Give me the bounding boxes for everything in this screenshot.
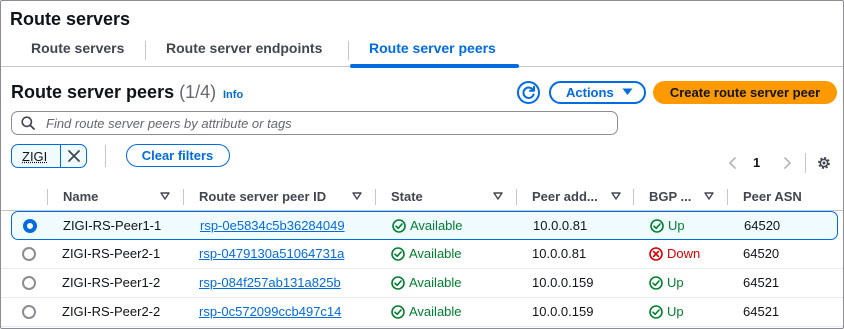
peer-id-link[interactable]: rsp-0c572099ccb497c14 [199, 304, 341, 319]
x-circle-icon [649, 247, 663, 261]
caret-down-icon [622, 88, 633, 95]
peer-asn: 64521 [743, 275, 780, 290]
peer-id-link[interactable]: rsp-084f257ab131a825b [199, 275, 341, 290]
check-circle-icon [649, 276, 663, 290]
peer-id-link[interactable]: rsp-0e5834c5b36284049 [200, 218, 345, 233]
peer-id-link[interactable]: rsp-0479130a51064731a [199, 246, 344, 261]
actions-label: Actions [566, 85, 614, 100]
tab-bar: Route servers Route server endpoints Rou… [1, 37, 843, 68]
active-tab-indicator [350, 64, 519, 68]
peer-asn: 64520 [743, 246, 780, 261]
bgp-text: Up [667, 275, 684, 290]
tab-divider [348, 41, 349, 60]
table-row[interactable]: ZIGI-RS-Peer1-1 rsp-0e5834c5b36284049 Av… [11, 211, 838, 240]
state-text: Available [409, 246, 462, 261]
refresh-icon [522, 85, 535, 99]
page-title: Route servers [10, 9, 131, 29]
row-select-radio[interactable] [22, 305, 36, 319]
actions-dropdown-button[interactable]: Actions [549, 81, 646, 104]
previous-page-icon[interactable] [727, 156, 739, 170]
current-page-number[interactable]: 1 [753, 155, 760, 170]
bgp-text: Up [667, 304, 684, 319]
peer-name: ZIGI-RS-Peer2-2 [62, 304, 161, 319]
column-divider [633, 189, 634, 205]
check-circle-icon [649, 305, 663, 319]
sort-icon[interactable] [352, 192, 362, 200]
column-header-name[interactable]: Name [63, 189, 98, 204]
check-circle-icon [650, 219, 664, 233]
peer-asn: 64521 [743, 304, 780, 319]
pager-divider [805, 153, 806, 173]
close-icon[interactable] [67, 149, 81, 163]
filter-token-label: ZIGI [22, 149, 48, 164]
bgp-text: Down [667, 246, 701, 261]
create-route-server-peer-button[interactable]: Create route server peer [653, 81, 837, 104]
column-divider [727, 189, 728, 205]
next-page-icon[interactable] [781, 156, 793, 170]
section-title: Route server peers (1/4) [11, 82, 216, 103]
info-link[interactable]: Info [223, 89, 243, 101]
table-row[interactable]: ZIGI-RS-Peer2-1 rsp-0479130a51064731a Av… [1, 240, 843, 269]
peer-address: 10.0.0.81 [532, 246, 587, 261]
clear-filters-button[interactable]: Clear filters [126, 144, 230, 167]
search-box[interactable] [11, 111, 618, 135]
column-divider [516, 189, 517, 205]
peer-asn: 64520 [744, 218, 781, 233]
sort-icon[interactable] [704, 192, 714, 200]
tab-route-servers[interactable]: Route servers [31, 40, 124, 56]
filter-token[interactable]: ZIGI [11, 144, 87, 168]
peer-address: 10.0.0.159 [532, 275, 594, 290]
table-header: Name Route server peer ID State Peer add… [1, 181, 843, 211]
bgp-text: Up [668, 218, 685, 233]
peer-name: ZIGI-RS-Peer2-1 [62, 246, 161, 261]
row-select-radio[interactable] [22, 247, 36, 261]
check-circle-icon [391, 305, 405, 319]
peer-address: 10.0.0.81 [533, 218, 588, 233]
column-header-peer-address[interactable]: Peer add... [532, 189, 598, 204]
tab-divider [145, 41, 146, 60]
row-select-radio[interactable] [23, 219, 37, 233]
refresh-button[interactable] [517, 81, 540, 104]
column-header-bgp[interactable]: BGP ... [649, 189, 691, 204]
gear-icon[interactable] [816, 155, 832, 171]
column-header-state[interactable]: State [391, 189, 423, 204]
check-circle-icon [392, 219, 406, 233]
state-text: Available [409, 304, 462, 319]
sort-icon[interactable] [160, 192, 170, 200]
table-row[interactable]: ZIGI-RS-Peer2-2 rsp-0c572099ccb497c14 Av… [1, 298, 843, 327]
column-divider [47, 189, 48, 205]
state-text: Available [410, 218, 463, 233]
table-row[interactable]: ZIGI-RS-Peer1-2 rsp-084f257ab131a825b Av… [1, 269, 843, 298]
peer-name: ZIGI-RS-Peer1-2 [62, 275, 161, 290]
check-circle-icon [391, 247, 405, 261]
clear-filters-label: Clear filters [141, 148, 214, 163]
sort-icon[interactable] [493, 192, 503, 200]
selection-count: (1/4) [179, 82, 217, 102]
search-input[interactable] [46, 115, 606, 131]
check-circle-icon [391, 276, 405, 290]
column-divider [183, 189, 184, 205]
sort-icon[interactable] [611, 192, 621, 200]
row-select-radio[interactable] [22, 276, 36, 290]
column-header-peer-asn[interactable]: Peer ASN [743, 189, 802, 204]
tab-route-server-peers[interactable]: Route server peers [369, 40, 496, 56]
create-button-label: Create route server peer [669, 85, 821, 100]
token-divider [60, 145, 61, 167]
peer-name: ZIGI-RS-Peer1-1 [63, 218, 162, 233]
tab-route-server-endpoints[interactable]: Route server endpoints [166, 40, 322, 56]
column-divider [375, 189, 376, 205]
peer-address: 10.0.0.159 [532, 304, 594, 319]
route-server-peers-window: Route servers Route servers Route server… [0, 0, 844, 329]
column-header-peer-id[interactable]: Route server peer ID [199, 189, 326, 204]
filter-divider [105, 145, 106, 167]
state-text: Available [409, 275, 462, 290]
search-icon [21, 116, 35, 130]
section-title-text: Route server peers [11, 82, 175, 102]
